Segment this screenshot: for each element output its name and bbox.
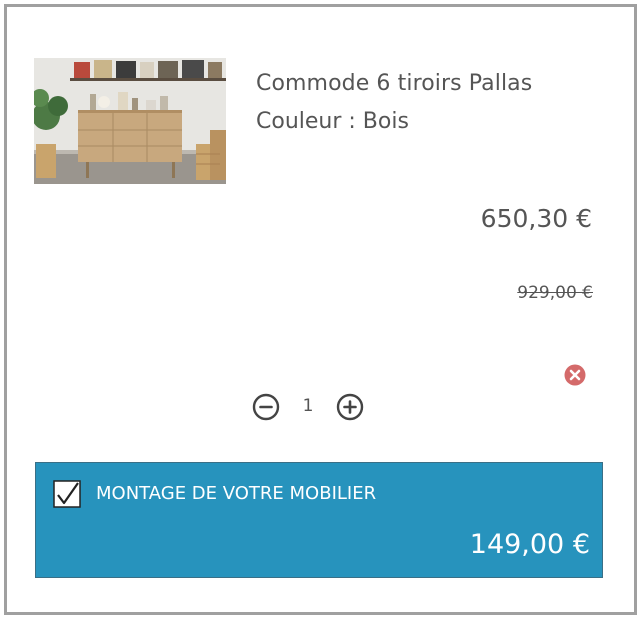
product-variant: Couleur : Bois (256, 109, 409, 134)
quantity-stepper: 1 (252, 393, 364, 421)
plus-circle-icon (336, 393, 364, 421)
quantity-value: 1 (302, 396, 314, 416)
assembly-service-label: MONTAGE DE VOTRE MOBILIER (96, 483, 377, 504)
remove-icon[interactable] (564, 364, 586, 386)
product-price: 650,30 € (480, 204, 592, 233)
product-photo (34, 58, 226, 184)
product-name[interactable]: Commode 6 tiroirs Pallas (256, 71, 532, 96)
increase-quantity-button[interactable] (336, 393, 364, 421)
decrease-quantity-button[interactable] (252, 393, 280, 421)
minus-circle-icon (252, 393, 280, 421)
checkmark-icon (53, 480, 81, 508)
product-image[interactable] (34, 58, 226, 184)
assembly-service-price: 149,00 € (469, 529, 590, 560)
product-old-price: 929,00 € (517, 283, 593, 303)
assembly-service-option[interactable]: MONTAGE DE VOTRE MOBILIER 149,00 € (35, 462, 603, 578)
assembly-checkbox[interactable] (53, 480, 81, 508)
